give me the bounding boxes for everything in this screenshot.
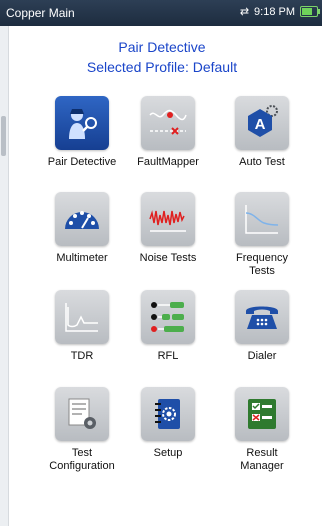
test-configuration-icon — [55, 387, 109, 441]
tile-test-configuration[interactable]: Test Configuration — [36, 387, 128, 473]
status-bar: Copper Main ⇄ 9:18 PM — [0, 0, 322, 26]
scroll-thumb[interactable] — [1, 116, 6, 156]
tile-multimeter[interactable]: Multimeter — [36, 192, 128, 265]
tile-label: Auto Test — [239, 156, 285, 168]
tile-noise-tests[interactable]: Noise Tests — [122, 192, 214, 265]
dialer-icon — [235, 290, 289, 344]
multimeter-icon — [55, 192, 109, 246]
svg-text:A: A — [255, 116, 266, 133]
selected-profile: Selected Profile: Default — [86, 59, 238, 75]
page-header: Pair Detective Selected Profile: Default — [12, 37, 312, 77]
result-manager-icon — [235, 387, 289, 441]
tile-pair-detective[interactable]: Pair Detective — [36, 96, 128, 169]
tile-label: Result Manager — [240, 447, 284, 472]
selected-test-title: Pair Detective — [118, 39, 206, 55]
rfl-icon — [141, 290, 195, 344]
tile-dialer[interactable]: Dialer — [216, 290, 308, 363]
tile-tdr[interactable]: TDR — [36, 290, 128, 363]
setup-icon — [141, 387, 195, 441]
tile-frequency-tests[interactable]: Frequency Tests — [216, 192, 308, 278]
tile-label: Multimeter — [56, 252, 108, 264]
tile-label: Noise Tests — [139, 252, 197, 264]
tile-faultmapper[interactable]: FaultMapper — [122, 96, 214, 169]
clock: 9:18 PM — [254, 5, 295, 18]
faultmapper-icon — [141, 96, 195, 150]
tile-rfl[interactable]: RFL — [122, 290, 214, 363]
status-indicators: ⇄ 9:18 PM — [239, 5, 320, 18]
tile-result-manager[interactable]: Result Manager — [216, 387, 308, 473]
app-title: Copper Main — [6, 6, 75, 20]
battery-icon — [300, 6, 320, 17]
auto-test-icon: A — [235, 96, 289, 150]
sync-icon: ⇄ — [239, 6, 250, 18]
tdr-icon — [55, 290, 109, 344]
tile-auto-test[interactable]: A Auto Test — [216, 96, 308, 169]
tile-label: Test Configuration — [49, 447, 115, 472]
tile-label: Pair Detective — [47, 156, 117, 168]
tile-label: TDR — [70, 350, 94, 362]
frequency-tests-icon — [235, 192, 289, 246]
battery-fill — [302, 8, 312, 15]
side-scrollbar[interactable] — [0, 26, 9, 526]
noise-tests-icon — [141, 192, 195, 246]
tile-label: RFL — [157, 350, 179, 362]
tile-label: Frequency Tests — [236, 252, 288, 277]
tile-label: FaultMapper — [137, 156, 199, 168]
tile-label: Setup — [153, 447, 183, 459]
pair-detective-icon — [55, 96, 109, 150]
tile-setup[interactable]: Setup — [122, 387, 214, 460]
tile-label: Dialer — [247, 350, 277, 362]
